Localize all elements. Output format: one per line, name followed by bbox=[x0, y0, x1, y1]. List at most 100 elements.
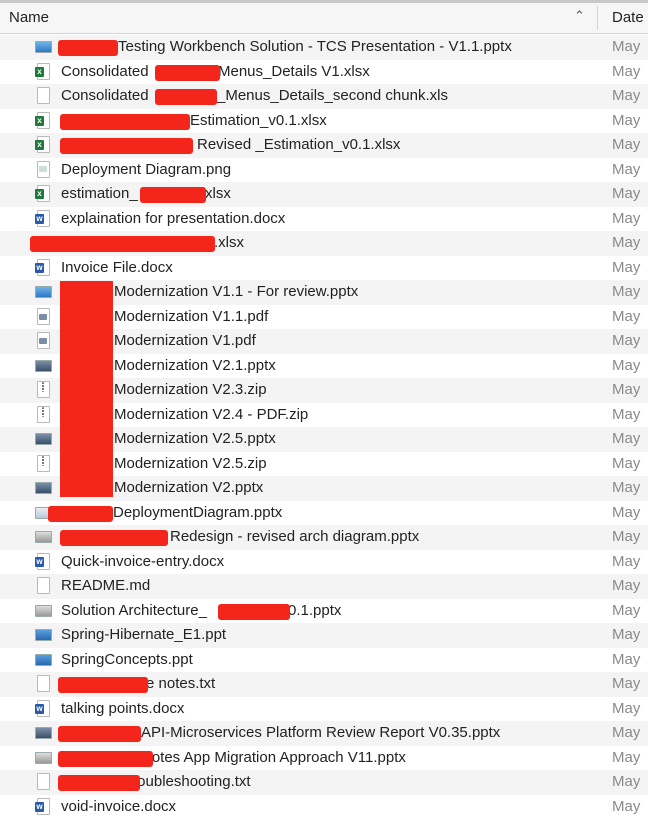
file-row[interactable]: API-Microservices Platform Review Report… bbox=[0, 721, 648, 746]
redaction-mark bbox=[58, 775, 140, 791]
date-modified: May bbox=[612, 356, 641, 374]
zip-file-icon bbox=[35, 381, 52, 399]
file-name: xlsx bbox=[205, 185, 231, 202]
column-header: Name ⌃ Date bbox=[0, 3, 648, 34]
presentation-file-icon bbox=[35, 528, 52, 546]
file-name: Modernization V2.pptx bbox=[114, 479, 264, 496]
redaction-mark bbox=[58, 726, 141, 742]
image-file-icon bbox=[35, 160, 52, 179]
date-modified: May bbox=[612, 160, 641, 178]
presentation-file-icon bbox=[35, 357, 52, 375]
file-row[interactable]: w talking points.docx May bbox=[0, 697, 648, 722]
file-row[interactable]: Solution Architecture_ 0.1.pptx May bbox=[0, 599, 648, 624]
file-row[interactable]: troubleshooting.txt May bbox=[0, 770, 648, 795]
redaction-mark bbox=[60, 113, 190, 130]
file-name: .xlsx bbox=[214, 234, 244, 251]
file-row[interactable]: w explaination for presentation.docx May bbox=[0, 207, 648, 232]
file-row[interactable]: README.md May bbox=[0, 574, 648, 599]
redaction-mark bbox=[48, 505, 113, 522]
date-modified: May bbox=[612, 454, 641, 472]
date-modified: May bbox=[612, 650, 641, 668]
file-name: Redesign - revised arch diagram.pptx bbox=[170, 528, 420, 545]
file-row[interactable]: w void-invoice.docx May bbox=[0, 795, 648, 820]
file-row[interactable]: w Invoice File.docx May bbox=[0, 256, 648, 281]
date-modified: May bbox=[612, 307, 641, 325]
file-row[interactable]: DeploymentDiagram.pptx May bbox=[0, 501, 648, 526]
file-row[interactable]: Testing Workbench Solution - TCS Present… bbox=[0, 35, 648, 60]
file-name: _Menus_Details_second chunk.xls bbox=[217, 87, 448, 104]
excel-file-icon: x bbox=[35, 62, 52, 81]
file-name: Modernization V2.4 - PDF.zip bbox=[114, 405, 309, 423]
presentation-file-icon bbox=[35, 479, 52, 497]
file-row[interactable]: x Consolidated Menus_Details V1.xlsx May bbox=[0, 60, 648, 85]
file-name: Modernization V1.1.pdf bbox=[114, 307, 269, 325]
presentation-file-icon bbox=[35, 602, 52, 620]
file-row[interactable]: x Estimation_v0.1.xlsx May bbox=[0, 109, 648, 134]
file-name: Menus_Details V1.xlsx bbox=[218, 62, 370, 80]
redaction-mark bbox=[218, 603, 290, 620]
file-name: README.md bbox=[61, 577, 151, 594]
date-modified: May bbox=[612, 283, 641, 300]
word-file-icon: w bbox=[35, 258, 52, 277]
date-modified: May bbox=[612, 552, 641, 570]
date-modified: May bbox=[612, 62, 641, 80]
file-row[interactable]: Spring-Hibernate_E1.ppt May bbox=[0, 623, 648, 648]
file-row[interactable]: Deployment Diagram.png May bbox=[0, 158, 648, 183]
redaction-mark bbox=[155, 89, 217, 105]
pdf-file-icon bbox=[35, 307, 52, 326]
date-modified: May bbox=[612, 209, 641, 227]
column-divider[interactable] bbox=[597, 6, 598, 30]
file-row[interactable]: Notes App Migration Approach V11.pptx May bbox=[0, 746, 648, 771]
redaction-mark bbox=[60, 530, 168, 546]
file-name: estimation_ bbox=[61, 185, 138, 202]
date-modified: May bbox=[612, 797, 641, 815]
redaction-mark bbox=[155, 64, 220, 81]
file-name: Quick-invoice-entry.docx bbox=[61, 552, 225, 570]
date-modified: May bbox=[612, 430, 641, 447]
file-row[interactable]: .xlsx May bbox=[0, 231, 648, 256]
file-name: Estimation_v0.1.xlsx bbox=[190, 111, 327, 129]
zip-file-icon bbox=[35, 405, 52, 424]
presentation-file-icon bbox=[35, 626, 52, 644]
file-name: Modernization V2.1.pptx bbox=[114, 356, 276, 374]
file-name: API-Microservices Platform Review Report… bbox=[141, 724, 501, 741]
word-file-icon: w bbox=[35, 209, 52, 228]
redaction-mark bbox=[58, 677, 148, 693]
file-row[interactable]: x Revised _Estimation_v0.1.xlsx May bbox=[0, 133, 648, 158]
date-modified: May bbox=[612, 699, 641, 717]
file-name: Notes App Migration Approach V11.pptx bbox=[141, 748, 406, 766]
date-modified: May bbox=[612, 724, 641, 741]
date-modified: May bbox=[612, 111, 641, 129]
redaction-mark bbox=[60, 138, 193, 154]
file-name: Invoice File.docx bbox=[61, 258, 173, 276]
file-name: Consolidated bbox=[61, 62, 149, 80]
file-row[interactable]: w Quick-invoice-entry.docx May bbox=[0, 550, 648, 575]
presentation-file-icon bbox=[35, 38, 52, 56]
redaction-mark bbox=[30, 236, 215, 252]
excel-file-icon: x bbox=[35, 136, 52, 154]
name-column-header[interactable]: Name bbox=[9, 9, 49, 26]
redaction-mark bbox=[58, 40, 118, 56]
date-column-header[interactable]: Date bbox=[612, 9, 644, 26]
excel-file-icon: x bbox=[35, 185, 52, 203]
date-modified: May bbox=[612, 405, 641, 423]
file-row[interactable]: Redesign - revised arch diagram.pptx May bbox=[0, 525, 648, 550]
presentation-file-icon bbox=[35, 430, 52, 448]
file-row[interactable]: x estimation_ xlsx May bbox=[0, 182, 648, 207]
document-file-icon bbox=[35, 87, 52, 105]
file-name: SpringConcepts.ppt bbox=[61, 650, 193, 668]
word-file-icon: w bbox=[35, 552, 52, 571]
file-name: Spring-Hibernate_E1.ppt bbox=[61, 626, 227, 643]
file-name: e notes.txt bbox=[146, 675, 216, 692]
file-row[interactable]: e notes.txt May bbox=[0, 672, 648, 697]
text-file-icon bbox=[35, 773, 52, 791]
file-row[interactable]: Consolidated _Menus_Details_second chunk.… bbox=[0, 84, 648, 109]
file-name: troubleshooting.txt bbox=[128, 773, 251, 790]
file-name: Solution Architecture_ bbox=[61, 601, 207, 619]
file-row[interactable]: SpringConcepts.ppt May bbox=[0, 648, 648, 673]
chevron-up-icon[interactable]: ⌃ bbox=[574, 8, 585, 24]
date-modified: May bbox=[612, 381, 641, 398]
word-file-icon: w bbox=[35, 797, 52, 816]
file-name: 0.1.pptx bbox=[288, 601, 342, 619]
pdf-file-icon bbox=[35, 332, 52, 350]
